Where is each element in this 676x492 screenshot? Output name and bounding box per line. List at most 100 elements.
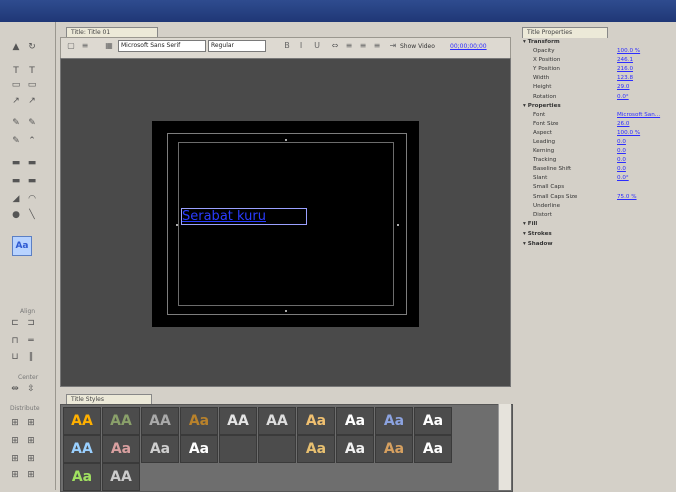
- distribute-2-icon[interactable]: ⊞: [26, 418, 36, 428]
- add-anchor-tool-icon[interactable]: ✎: [27, 118, 37, 128]
- roll-crawl-icon[interactable]: ≡: [80, 41, 90, 51]
- ellipse-tool-icon[interactable]: ●: [11, 210, 21, 220]
- property-row[interactable]: Y Position 216.0: [519, 65, 676, 73]
- property-row[interactable]: Height 29.0: [519, 83, 676, 91]
- rotation-tool-icon[interactable]: ↻: [27, 42, 37, 52]
- style-swatch[interactable]: AA: [141, 407, 179, 435]
- property-row[interactable]: Baseline Shift 0.0: [519, 165, 676, 173]
- pen-tool-icon[interactable]: ✎: [11, 118, 21, 128]
- tab-stops-icon[interactable]: ⇥: [388, 41, 398, 51]
- rectangle-tool-icon[interactable]: ▬: [11, 158, 21, 168]
- align-center-icon[interactable]: ‖: [26, 352, 36, 362]
- property-section[interactable]: ▾ Fill: [519, 220, 676, 228]
- font-style-dropdown[interactable]: Regular: [208, 40, 266, 52]
- distribute-5-icon[interactable]: ⊞: [10, 454, 20, 464]
- style-swatch[interactable]: Aa: [336, 435, 374, 463]
- align-bottom-icon[interactable]: ⊔: [10, 352, 20, 362]
- distribute-4-icon[interactable]: ⊞: [26, 436, 36, 446]
- area-type-tool-icon[interactable]: ▭: [11, 80, 21, 90]
- italic-icon[interactable]: I: [296, 41, 306, 51]
- property-value[interactable]: 0.0°: [617, 174, 629, 182]
- distribute-7-icon[interactable]: ⊞: [10, 470, 20, 480]
- property-value[interactable]: 0.0: [617, 165, 626, 173]
- line-tool-icon[interactable]: ╲: [27, 210, 37, 220]
- property-row[interactable]: Aspect 100.0 %: [519, 129, 676, 137]
- style-swatch[interactable]: AA: [63, 435, 101, 463]
- property-row[interactable]: X Position 246.1: [519, 56, 676, 64]
- tab-title-properties[interactable]: Title Properties: [522, 27, 608, 38]
- property-row[interactable]: Font Microsoft San...: [519, 111, 676, 119]
- property-row[interactable]: Width 123.8: [519, 74, 676, 82]
- property-value[interactable]: 75.0 %: [617, 193, 637, 201]
- align-left-text-icon[interactable]: ≡: [344, 41, 354, 51]
- style-swatch[interactable]: AA: [258, 407, 296, 435]
- style-swatch[interactable]: AA: [102, 407, 140, 435]
- style-swatch[interactable]: [258, 435, 296, 463]
- property-value[interactable]: Microsoft San...: [617, 111, 660, 119]
- property-section[interactable]: ▾ Shadow: [519, 240, 676, 248]
- style-swatch[interactable]: Aa: [297, 407, 335, 435]
- convert-anchor-tool-icon[interactable]: ⌃: [27, 136, 37, 146]
- style-swatch[interactable]: Aa: [180, 407, 218, 435]
- style-swatch[interactable]: Aa: [141, 435, 179, 463]
- show-video-label[interactable]: Show Video: [400, 43, 435, 50]
- new-title-icon[interactable]: ▢: [66, 41, 76, 51]
- center-horizontal-icon[interactable]: ⇹: [10, 384, 20, 394]
- text-object-content[interactable]: Serabat kuru: [182, 209, 306, 224]
- property-value[interactable]: 216.0: [617, 65, 633, 73]
- bold-icon[interactable]: B: [282, 41, 292, 51]
- align-right-text-icon[interactable]: ≡: [372, 41, 382, 51]
- timecode[interactable]: 00;00;00;00: [450, 43, 487, 50]
- type-tool-icon[interactable]: T: [11, 66, 21, 76]
- selection-tool-icon[interactable]: ▲: [11, 42, 21, 52]
- style-swatch[interactable]: Aa: [375, 435, 413, 463]
- property-value[interactable]: 0.0: [617, 147, 626, 155]
- property-row[interactable]: Opacity 100.0 %: [519, 47, 676, 55]
- rounded-corner-tool-icon[interactable]: ▬: [27, 176, 37, 186]
- style-swatch[interactable]: Aa: [102, 435, 140, 463]
- style-swatch[interactable]: Aa: [180, 435, 218, 463]
- font-dropdown[interactable]: Microsoft Sans Serif: [118, 40, 206, 52]
- center-vertical-icon[interactable]: ⇳: [26, 384, 36, 394]
- vertical-type-tool-icon[interactable]: T: [27, 66, 37, 76]
- property-value[interactable]: 26.0: [617, 120, 629, 128]
- templates-icon[interactable]: ▦: [104, 41, 114, 51]
- style-swatch[interactable]: Aa: [375, 407, 413, 435]
- distribute-8-icon[interactable]: ⊞: [26, 470, 36, 480]
- property-section[interactable]: ▾ Transform: [519, 38, 676, 46]
- property-row[interactable]: Tracking 0.0: [519, 156, 676, 164]
- style-swatch[interactable]: Aa: [63, 463, 101, 491]
- property-row[interactable]: Font Size 26.0: [519, 120, 676, 128]
- property-value[interactable]: 123.8: [617, 74, 633, 82]
- property-row[interactable]: Rotation 0.0°: [519, 93, 676, 101]
- underline-icon[interactable]: U: [312, 41, 322, 51]
- style-swatch[interactable]: [219, 435, 257, 463]
- property-value[interactable]: 0.0: [617, 138, 626, 146]
- property-row[interactable]: Small Caps: [519, 183, 676, 191]
- align-left-icon[interactable]: ⊏: [10, 318, 20, 328]
- property-value[interactable]: 29.0: [617, 83, 629, 91]
- align-right-icon[interactable]: ⊐: [26, 318, 36, 328]
- distribute-3-icon[interactable]: ⊞: [10, 436, 20, 446]
- style-swatch[interactable]: Aa: [414, 435, 452, 463]
- property-value[interactable]: 0.0: [617, 156, 626, 164]
- style-swatch[interactable]: Aa: [414, 407, 452, 435]
- property-row[interactable]: Leading 0.0: [519, 138, 676, 146]
- vertical-path-type-tool-icon[interactable]: ↗: [27, 96, 37, 106]
- active-text-preview-icon[interactable]: Aa: [12, 236, 32, 256]
- property-value[interactable]: 100.0 %: [617, 129, 640, 137]
- delete-anchor-tool-icon[interactable]: ✎: [11, 136, 21, 146]
- property-section[interactable]: ▾ Strokes: [519, 230, 676, 238]
- path-type-tool-icon[interactable]: ↗: [11, 96, 21, 106]
- property-value[interactable]: 100.0 %: [617, 47, 640, 55]
- property-row[interactable]: Kerning 0.0: [519, 147, 676, 155]
- align-middle-icon[interactable]: ═: [26, 336, 36, 346]
- styles-scrollbar[interactable]: [498, 404, 511, 490]
- style-swatch[interactable]: Aa: [297, 435, 335, 463]
- vertical-area-type-tool-icon[interactable]: ▭: [27, 80, 37, 90]
- property-section[interactable]: ▾ Properties: [519, 102, 676, 110]
- property-row[interactable]: Small Caps Size 75.0 %: [519, 193, 676, 201]
- arc-tool-icon[interactable]: ◠: [27, 194, 37, 204]
- distribute-1-icon[interactable]: ⊞: [10, 418, 20, 428]
- property-row[interactable]: Underline: [519, 202, 676, 210]
